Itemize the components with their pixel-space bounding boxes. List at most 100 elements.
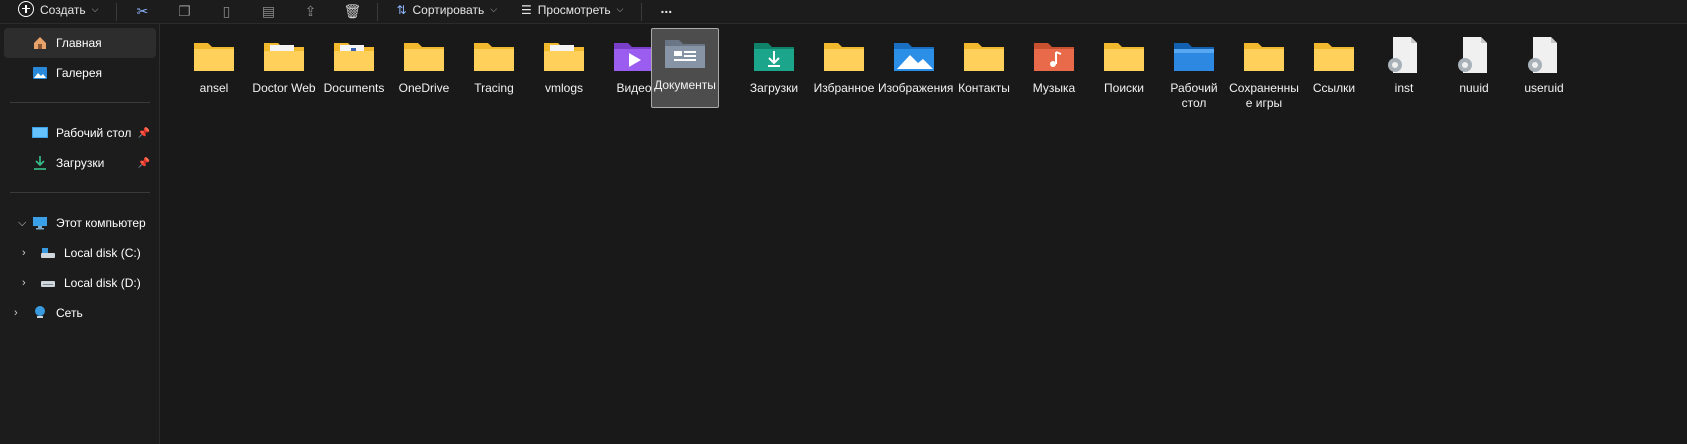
folder-item[interactable]: Загрузки — [737, 31, 811, 113]
pictures-folder-icon — [894, 43, 934, 71]
rename-icon[interactable]: ▤ — [253, 0, 283, 23]
copy-icon[interactable]: ❐ — [169, 0, 199, 23]
folder-with-files-icon — [544, 43, 584, 71]
item-label: Загрузки — [749, 81, 799, 95]
sidebar-item-label: Галерея — [56, 66, 103, 80]
folder-item[interactable]: Tracing — [457, 31, 531, 113]
folder-item[interactable]: Контакты — [947, 31, 1021, 113]
settings-file-icon — [1528, 37, 1557, 73]
more-options-button[interactable]: ... — [652, 0, 680, 23]
folder-icon — [1244, 43, 1284, 71]
chevron-right-icon[interactable]: › — [22, 247, 26, 259]
computer-icon — [33, 217, 47, 230]
pin-icon[interactable]: 📌 — [138, 158, 150, 169]
disk-c-icon — [41, 248, 55, 258]
chevron-down-icon: ⌵ — [490, 4, 498, 14]
item-label: Поиски — [1104, 81, 1144, 95]
folder-item[interactable]: Поиски — [1087, 31, 1161, 113]
item-label: Сохраненные игры — [1229, 81, 1299, 110]
sidebar-item-network[interactable]: › Сеть — [4, 298, 156, 328]
gallery-icon — [33, 67, 47, 79]
sidebar-item-gallery[interactable]: Галерея — [4, 58, 156, 88]
downloads-folder-icon — [754, 43, 794, 71]
sidebar-item-label: Рабочий стол — [56, 126, 132, 140]
create-button[interactable]: Создать ⌵ — [10, 0, 106, 23]
sidebar-item-label: Local disk (C:) — [64, 246, 141, 260]
sidebar-item-label: Local disk (D:) — [64, 276, 141, 290]
folder-item[interactable]: Рабочий стол — [1157, 31, 1231, 113]
chevron-down-icon: ⌵ — [91, 4, 99, 14]
file-item[interactable]: nuuid — [1437, 31, 1511, 113]
toolbar-separator — [641, 2, 643, 21]
folder-item[interactable]: Музыка — [1017, 31, 1091, 113]
item-label: Tracing — [474, 81, 514, 95]
folder-icon — [1104, 43, 1144, 71]
sidebar-item-disk-c[interactable]: › Local disk (C:) — [4, 238, 156, 268]
sidebar-item-desktop[interactable]: Рабочий стол 📌 — [4, 118, 156, 148]
toolbar-separator — [377, 2, 379, 21]
chevron-down-icon: ⌵ — [616, 4, 624, 14]
sidebar-divider — [10, 192, 150, 193]
sidebar-item-label: Загрузки — [56, 156, 105, 170]
share-icon[interactable]: ⇪ — [295, 0, 325, 23]
sidebar-item-disk-d[interactable]: › Local disk (D:) — [4, 268, 156, 298]
chevron-down-icon[interactable]: ⌵ — [18, 217, 26, 230]
settings-file-icon — [1388, 37, 1417, 73]
item-label: Изображения — [878, 81, 954, 95]
folder-item[interactable]: Ссылки — [1297, 31, 1371, 113]
create-label: Создать — [40, 2, 86, 17]
folder-icon — [964, 43, 1004, 71]
home-icon — [34, 37, 46, 49]
folder-with-files-icon — [264, 43, 304, 71]
item-label: inst — [1394, 81, 1414, 95]
toolbar-separator — [116, 2, 118, 21]
item-label: OneDrive — [398, 81, 450, 95]
sidebar-item-label: Сеть — [56, 306, 83, 320]
sidebar-item-label: Этот компьютер — [56, 216, 146, 230]
folder-icon — [1314, 43, 1354, 71]
sidebar-divider — [10, 102, 150, 103]
view-button[interactable]: ☰ Просмотреть ⌵ — [513, 0, 631, 23]
file-item[interactable]: inst — [1367, 31, 1441, 113]
music-folder-icon — [1034, 43, 1074, 71]
item-label: vmlogs — [544, 81, 583, 95]
item-label: ansel — [199, 81, 229, 95]
folder-item[interactable]: Документы — [651, 28, 719, 108]
folder-with-files-icon — [334, 43, 374, 71]
item-label: Doctor Web — [252, 81, 316, 95]
chevron-right-icon[interactable]: › — [14, 307, 18, 319]
folder-item[interactable]: Documents — [317, 31, 391, 113]
sort-button[interactable]: ⇅ Сортировать ⌵ — [388, 0, 505, 23]
command-bar: Создать ⌵ ✂ ❐ ▯ ▤ ⇪ 🗑 ⇅ Сортировать ⌵ ☰ … — [0, 0, 1687, 24]
folder-item[interactable]: Doctor Web — [247, 31, 321, 113]
chevron-right-icon[interactable]: › — [22, 277, 26, 289]
folder-item[interactable]: OneDrive — [387, 31, 461, 113]
sort-icon: ⇅ — [396, 2, 407, 17]
sort-label: Сортировать — [412, 2, 485, 17]
folder-icon — [824, 43, 864, 71]
cut-icon[interactable]: ✂ — [127, 0, 157, 23]
folder-icon — [404, 43, 444, 71]
sidebar-item-home[interactable]: Главная — [4, 28, 156, 58]
sidebar-item-label: Главная — [56, 36, 102, 50]
item-label: Ссылки — [1312, 81, 1356, 95]
item-label: useruid — [1524, 81, 1564, 95]
settings-file-icon — [1458, 37, 1487, 73]
folder-icon — [474, 43, 514, 71]
pin-icon[interactable]: 📌 — [138, 128, 150, 139]
sidebar-item-downloads[interactable]: Загрузки 📌 — [4, 148, 156, 178]
folder-item[interactable]: Изображения — [877, 31, 954, 113]
folder-item[interactable]: ansel — [177, 31, 251, 113]
folder-item[interactable]: Сохраненные игры — [1227, 31, 1301, 113]
file-item[interactable]: useruid — [1507, 31, 1581, 113]
view-label: Просмотреть — [537, 2, 611, 17]
sidebar-item-this-pc[interactable]: ⌵ Этот компьютер — [4, 208, 156, 238]
delete-icon[interactable]: 🗑 — [337, 0, 367, 23]
paste-icon[interactable]: ▯ — [211, 0, 241, 23]
downloads-icon — [34, 156, 46, 170]
folder-item[interactable]: vmlogs — [527, 31, 601, 113]
folder-item[interactable]: Избранное — [807, 31, 881, 113]
item-label: nuuid — [1459, 81, 1489, 95]
more-label: ... — [660, 0, 673, 16]
item-label: Избранное — [813, 81, 875, 95]
